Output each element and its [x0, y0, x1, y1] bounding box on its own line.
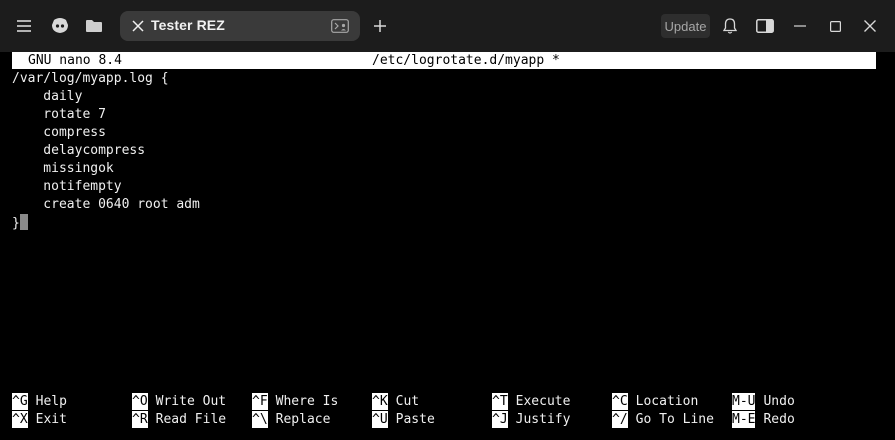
close-icon[interactable] — [854, 10, 886, 42]
maximize-icon[interactable] — [819, 10, 851, 42]
nano-version: GNU nano 8.4 — [28, 53, 122, 68]
shortcut-label: Execute — [515, 394, 571, 409]
shortcut-paste[interactable]: ^U Paste — [372, 411, 435, 429]
shortcut-label: Justify — [515, 412, 571, 427]
editor-line: notifempty — [12, 179, 122, 194]
editor-line: create 0640 root adm — [12, 197, 200, 212]
editor-line-text: } — [12, 216, 20, 231]
editor-line: daily — [12, 89, 83, 104]
close-icon[interactable] — [126, 14, 150, 38]
update-button[interactable]: Update — [661, 14, 710, 38]
shortcut-replace[interactable]: ^\ Replace — [252, 411, 330, 429]
shortcut-label: Help — [35, 394, 67, 409]
folder-icon[interactable] — [78, 10, 110, 42]
shortcut-exit[interactable]: ^X Exit — [12, 411, 67, 429]
shortcut-label: Redo — [763, 412, 795, 427]
editor-buffer[interactable]: /var/log/myapp.log { daily rotate 7 comp… — [12, 70, 876, 232]
shortcut-key: ^X — [12, 411, 28, 428]
shortcut-key: ^R — [132, 411, 148, 428]
editor-line: rotate 7 — [12, 107, 106, 122]
shortcut-redo[interactable]: M-E Redo — [732, 411, 795, 429]
nano-header: GNU nano 8.4 /etc/logrotate.d/myapp * — [12, 52, 876, 69]
shortcut-cut[interactable]: ^K Cut — [372, 393, 419, 411]
terminal-tab[interactable]: Tester REZ — [120, 11, 360, 41]
title-bar: Tester REZ Update — [0, 0, 895, 52]
bell-icon[interactable] — [714, 10, 746, 42]
shortcut-label: Replace — [275, 412, 331, 427]
shortcut-label: Where Is — [275, 394, 339, 409]
copilot-icon[interactable] — [44, 10, 76, 42]
shortcut-key: ^\ — [252, 411, 268, 428]
editor-line: delaycompress — [12, 143, 146, 158]
shortcut-key: ^/ — [612, 411, 628, 428]
editor-line: missingok — [12, 161, 114, 176]
shortcut-label: Undo — [763, 394, 795, 409]
shortcut-where-is[interactable]: ^F Where Is — [252, 393, 338, 411]
shortcut-label: Write Out — [155, 394, 227, 409]
plus-icon[interactable] — [364, 10, 396, 42]
shortcut-label: Go To Line — [635, 412, 714, 427]
sidebar-icon[interactable] — [749, 10, 781, 42]
shortcut-key: ^G — [12, 393, 28, 410]
shortcut-key: ^K — [372, 393, 388, 410]
shortcut-justify[interactable]: ^J Justify — [492, 411, 570, 429]
terminal-icon — [330, 16, 350, 36]
shortcut-key: ^T — [492, 393, 508, 410]
shortcut-key: ^O — [132, 393, 148, 410]
minimize-icon[interactable] — [784, 10, 816, 42]
text-cursor — [19, 214, 28, 230]
shortcut-key: M-U — [732, 393, 756, 410]
editor-line: /var/log/myapp.log { — [12, 71, 169, 86]
hamburger-icon[interactable] — [8, 10, 40, 42]
shortcut-key: ^U — [372, 411, 388, 428]
shortcut-location[interactable]: ^C Location — [612, 393, 698, 411]
shortcut-execute[interactable]: ^T Execute — [492, 393, 570, 411]
shortcut-label: Read File — [155, 412, 227, 427]
shortcut-go-to-line[interactable]: ^/ Go To Line — [612, 411, 714, 429]
shortcut-bar: ^G Help ^O Write Out ^F Where Is ^K Cut ^T Ex… — [12, 393, 882, 433]
nano-filename: /etc/logrotate.d/myapp * — [372, 53, 560, 68]
shortcut-undo[interactable]: M-U Undo — [732, 393, 795, 411]
tab-title: Tester REZ — [151, 17, 225, 33]
shortcut-write-out[interactable]: ^O Write Out — [132, 393, 226, 411]
shortcut-label: Paste — [395, 412, 435, 427]
shortcut-key: M-E — [732, 411, 756, 428]
shortcut-label: Exit — [35, 412, 67, 427]
shortcut-key: ^C — [612, 393, 628, 410]
shortcut-read-file[interactable]: ^R Read File — [132, 411, 226, 429]
shortcut-key: ^J — [492, 411, 508, 428]
shortcut-help[interactable]: ^G Help — [12, 393, 67, 411]
editor-line: compress — [12, 125, 106, 140]
shortcut-key: ^F — [252, 393, 268, 410]
editor-line-last: } — [12, 214, 876, 232]
shortcut-label: Cut — [395, 394, 420, 409]
shortcut-label: Location — [635, 394, 699, 409]
